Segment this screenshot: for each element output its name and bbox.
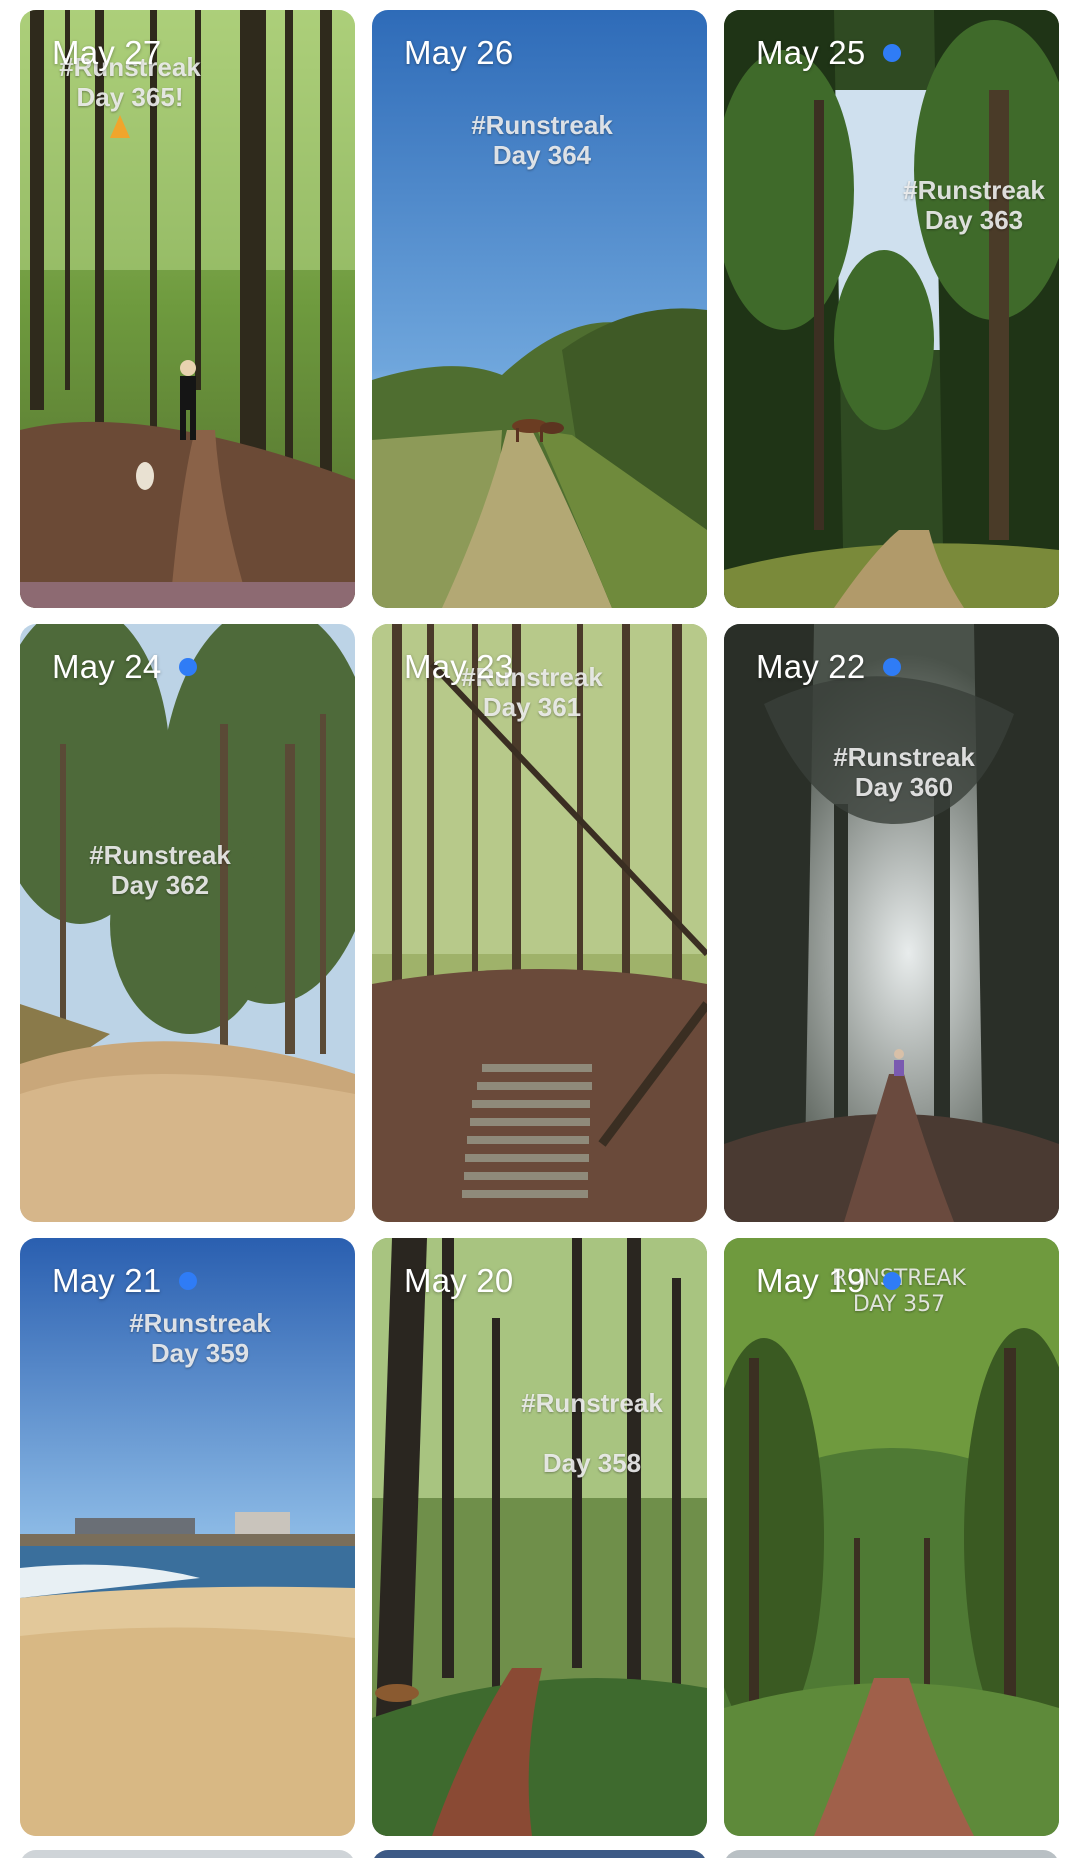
story-date: May 23 xyxy=(404,648,514,685)
date-row: May 26 xyxy=(404,34,513,72)
date-row: May 19 xyxy=(756,1262,902,1300)
story-tile-may-20[interactable]: #Runstreak Day 358 May 20 xyxy=(372,1238,707,1836)
story-date: May 19 xyxy=(756,1262,866,1299)
story-caption: #Runstreak Day 364 xyxy=(471,110,613,170)
story-caption: #Runstreak Day 362 xyxy=(89,840,231,900)
date-row: May 27 xyxy=(52,34,161,72)
date-row: May 25 xyxy=(756,34,902,72)
date-row: May 23 xyxy=(404,648,513,686)
story-date: May 20 xyxy=(404,1262,514,1299)
unseen-indicator-dot xyxy=(883,658,902,676)
story-date: May 25 xyxy=(756,34,866,71)
story-tile-may-19[interactable]: RUNSTREAK DAY 357 May 19 xyxy=(724,1238,1059,1836)
eucalyptus-path-photo xyxy=(20,624,355,1222)
green-tunnel-photo xyxy=(724,1238,1059,1836)
tall-trees-photo xyxy=(724,10,1059,608)
date-row: May 21 xyxy=(52,1262,198,1300)
story-tile-may-21[interactable]: #Runstreak Day 359 May 21 xyxy=(20,1238,355,1836)
story-tile-next-row[interactable] xyxy=(372,1850,707,1858)
story-tile-next-row[interactable] xyxy=(20,1850,355,1858)
story-tile-may-22[interactable]: #Runstreak Day 360 May 22 xyxy=(724,624,1059,1222)
unseen-indicator-dot xyxy=(179,1272,198,1290)
date-row: May 24 xyxy=(52,648,198,686)
story-archive-grid: #Runstreak Day 365! May 27 #Runstreak Da… xyxy=(0,0,1080,1858)
story-caption: #Runstreak Day 359 xyxy=(129,1308,271,1368)
story-date: May 24 xyxy=(52,648,162,685)
story-caption: #Runstreak Day 363 xyxy=(903,175,1045,235)
story-tile-may-23[interactable]: #Runstreak Day 361 May 23 xyxy=(372,624,707,1222)
unseen-indicator-dot xyxy=(883,1272,902,1290)
story-tile-may-27[interactable]: #Runstreak Day 365! May 27 xyxy=(20,10,355,608)
path-horses-photo xyxy=(372,10,707,608)
date-row: May 20 xyxy=(404,1262,513,1300)
story-tile-may-26[interactable]: #Runstreak Day 364 May 26 xyxy=(372,10,707,608)
green-forest-photo xyxy=(372,1238,707,1836)
story-date: May 27 xyxy=(52,34,162,71)
story-caption: #Runstreak Day 358 xyxy=(521,1388,663,1478)
date-row: May 22 xyxy=(756,648,902,686)
story-date: May 22 xyxy=(756,648,866,685)
story-caption: #Runstreak Day 360 xyxy=(833,742,975,802)
story-tile-may-25[interactable]: #Runstreak Day 363 May 25 xyxy=(724,10,1059,608)
misty-forest-photo xyxy=(724,624,1059,1222)
story-tile-next-row[interactable] xyxy=(724,1850,1059,1858)
unseen-indicator-dot xyxy=(179,658,198,676)
story-date: May 26 xyxy=(404,34,514,71)
story-tile-may-24[interactable]: #Runstreak Day 362 May 24 xyxy=(20,624,355,1222)
story-date: May 21 xyxy=(52,1262,162,1299)
unseen-indicator-dot xyxy=(883,44,902,62)
